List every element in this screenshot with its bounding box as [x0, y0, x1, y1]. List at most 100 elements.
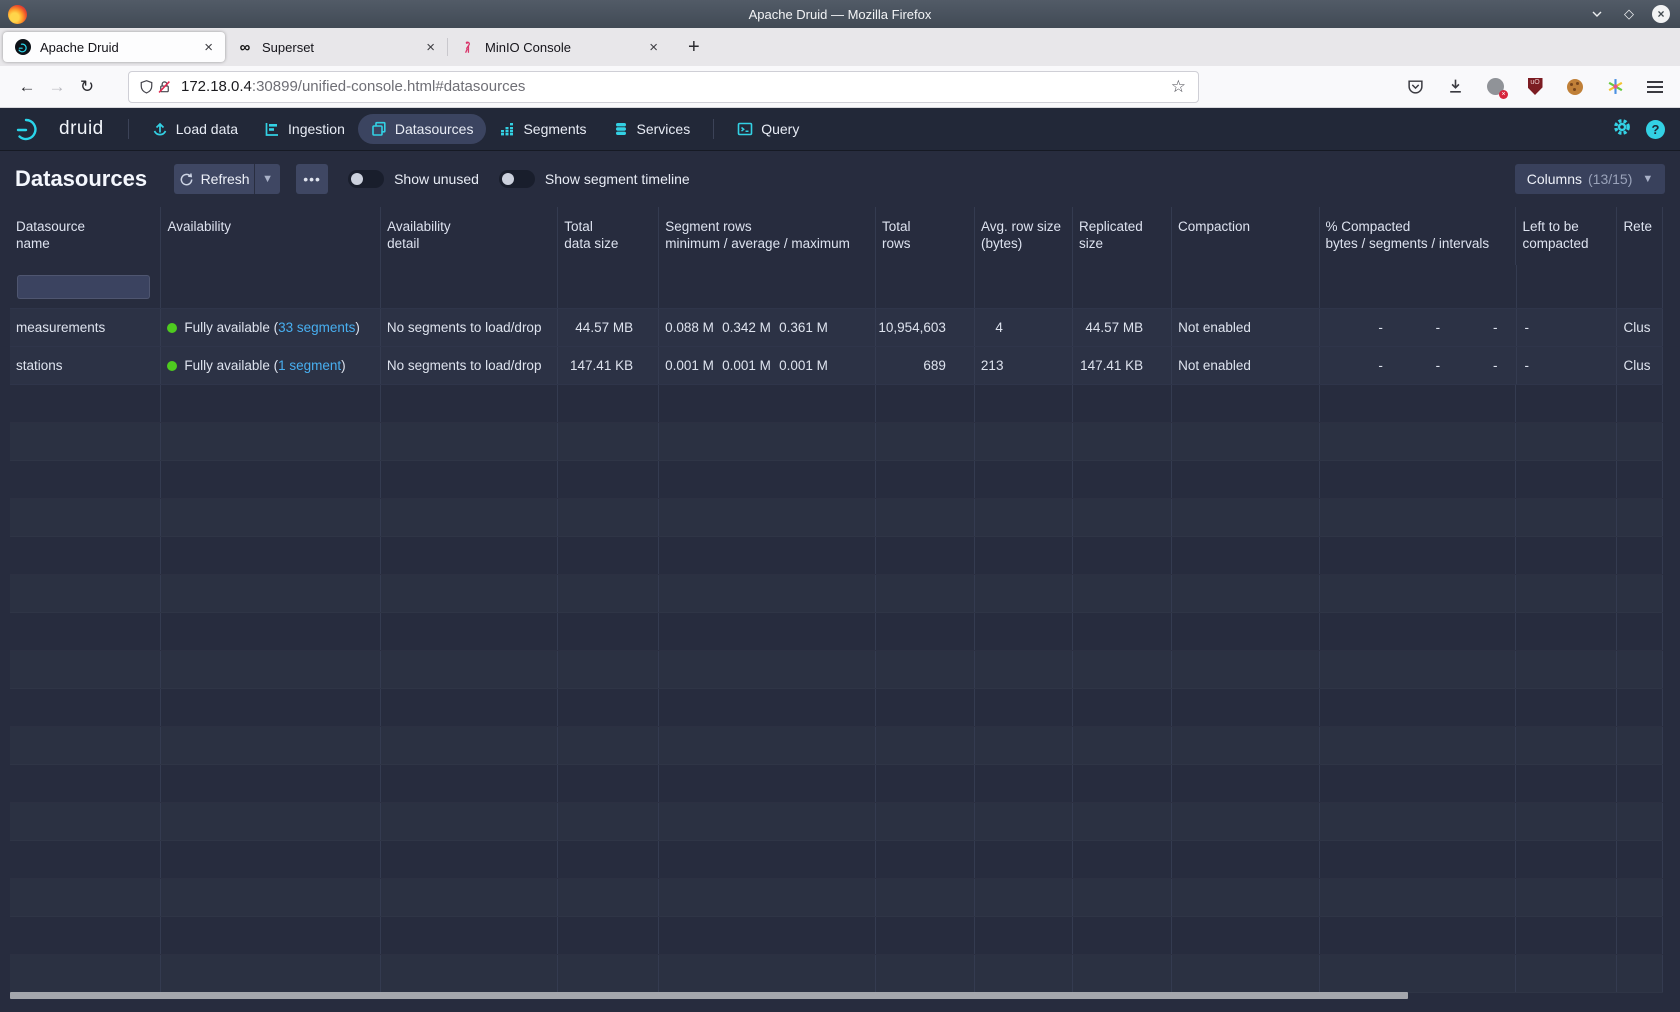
- empty-cell: [1617, 955, 1663, 992]
- nav-services[interactable]: Services: [600, 114, 704, 144]
- empty-cell: [1320, 841, 1517, 878]
- segments-link[interactable]: 1 segment: [278, 358, 341, 373]
- tab-superset[interactable]: ∞ Superset ×: [225, 32, 447, 62]
- ublock-origin-icon[interactable]: uO: [1526, 78, 1544, 96]
- datasource-row-measurements[interactable]: measurementsFully available (33 segments…: [10, 309, 1663, 347]
- empty-cell: [161, 461, 381, 498]
- nav-datasources[interactable]: Datasources: [358, 114, 487, 144]
- empty-cell: [381, 841, 558, 878]
- column-header-pct_compacted[interactable]: % Compactedbytes / segments / intervals: [1320, 207, 1517, 265]
- refresh-dropdown-button[interactable]: ▼: [254, 164, 280, 194]
- empty-cell: [1617, 423, 1663, 460]
- tracking-shield-icon[interactable]: [137, 78, 155, 96]
- column-header-availability[interactable]: Availability: [161, 207, 381, 265]
- empty-cell: [10, 613, 161, 650]
- column-header-total_rows[interactable]: Totalrows: [876, 207, 975, 265]
- empty-cell: [1516, 727, 1617, 764]
- column-header-detail[interactable]: Availabilitydetail: [381, 207, 558, 265]
- empty-row: [10, 613, 1663, 651]
- empty-cell: [1617, 689, 1663, 726]
- column-header-left_compacted[interactable]: Left to becompacted: [1516, 207, 1617, 265]
- columns-count: (13/15): [1588, 171, 1632, 187]
- filter-cell-retention: [1617, 265, 1663, 308]
- column-header-name[interactable]: Datasourcename: [10, 207, 161, 265]
- reload-button[interactable]: ↻: [72, 77, 102, 97]
- horizontal-scrollbar-thumb[interactable]: [10, 992, 1408, 999]
- filter-cell-total_rows: [876, 265, 975, 308]
- empty-cell: [1073, 385, 1172, 422]
- help-button[interactable]: ?: [1646, 120, 1665, 139]
- url-bar[interactable]: 172.18.0.4:30899/unified-console.html#da…: [128, 71, 1199, 103]
- back-button[interactable]: ←: [12, 77, 42, 97]
- cell-segment_rows: 0.088 M0.342 M0.361 M: [659, 309, 876, 346]
- colorful-asterisk-extension-icon[interactable]: [1606, 78, 1624, 96]
- tab-close-icon[interactable]: ×: [645, 39, 662, 56]
- empty-row: [10, 689, 1663, 727]
- column-header-replicated[interactable]: Replicatedsize: [1073, 207, 1172, 265]
- empty-cell: [876, 385, 975, 422]
- settings-gear-icon[interactable]: [1612, 117, 1632, 142]
- nav-query[interactable]: Query: [724, 114, 812, 144]
- empty-cell: [659, 613, 876, 650]
- cell-pct_compacted: ---: [1320, 309, 1517, 346]
- empty-cell: [1172, 841, 1319, 878]
- new-tab-button[interactable]: +: [682, 36, 706, 59]
- extension-icon[interactable]: ×: [1486, 78, 1504, 96]
- datasource-filter-input[interactable]: [17, 275, 150, 299]
- empty-row: [10, 461, 1663, 499]
- pocket-icon[interactable]: [1406, 78, 1424, 96]
- datasource-row-stations[interactable]: stationsFully available (1 segment)No se…: [10, 347, 1663, 385]
- nav-load-data[interactable]: Load data: [139, 114, 251, 144]
- forward-button[interactable]: →: [42, 77, 72, 97]
- cookie-extension-icon[interactable]: [1566, 78, 1584, 96]
- show-segment-timeline-label: Show segment timeline: [545, 171, 690, 187]
- tab-apache-druid[interactable]: Apache Druid ×: [3, 32, 225, 62]
- menu-hamburger-icon[interactable]: [1646, 78, 1664, 96]
- tab-minio-console[interactable]: MinIO Console ×: [448, 32, 670, 62]
- cell-replicated: 44.57 MB: [1073, 309, 1172, 346]
- empty-cell: [558, 879, 659, 916]
- segments-link[interactable]: 33 segments: [278, 320, 355, 335]
- bookmark-star-icon[interactable]: ☆: [1171, 77, 1186, 97]
- refresh-icon: [179, 172, 194, 187]
- cell-left_compacted: -: [1517, 347, 1618, 384]
- druid-logo[interactable]: druid: [15, 116, 104, 142]
- browser-toolbar: ← → ↻ 172.18.0.4:30899/unified-console.h…: [0, 66, 1680, 108]
- column-header-total_size[interactable]: Totaldata size: [558, 207, 659, 265]
- column-header-retention[interactable]: Rete: [1617, 207, 1663, 265]
- empty-cell: [558, 423, 659, 460]
- url-text: 172.18.0.4:30899/unified-console.html#da…: [181, 78, 1171, 95]
- maximize-button[interactable]: ◇: [1620, 5, 1638, 23]
- empty-cell: [1320, 499, 1517, 536]
- show-unused-toggle[interactable]: [348, 170, 384, 188]
- close-button[interactable]: ×: [1652, 5, 1670, 23]
- insecure-lock-icon[interactable]: [155, 78, 173, 96]
- empty-cell: [161, 385, 381, 422]
- nav-segments[interactable]: Segments: [486, 114, 599, 144]
- column-header-avg_row_size[interactable]: Avg. row size(bytes): [975, 207, 1073, 265]
- columns-picker-button[interactable]: Columns (13/15) ▼: [1515, 164, 1665, 194]
- minimize-button[interactable]: [1588, 5, 1606, 23]
- empty-cell: [10, 879, 161, 916]
- empty-cell: [1172, 689, 1319, 726]
- column-header-segment_rows[interactable]: Segment rowsminimum / average / maximum: [659, 207, 876, 265]
- empty-cell: [1617, 727, 1663, 764]
- empty-cell: [659, 575, 876, 612]
- more-actions-button[interactable]: •••: [296, 164, 328, 194]
- empty-cell: [161, 841, 381, 878]
- tab-close-icon[interactable]: ×: [422, 39, 439, 56]
- cell-availability: Fully available (33 segments): [161, 309, 381, 346]
- show-segment-timeline-toggle[interactable]: [499, 170, 535, 188]
- empty-cell: [1516, 613, 1617, 650]
- tab-close-icon[interactable]: ×: [200, 39, 217, 56]
- empty-cell: [659, 841, 876, 878]
- empty-cell: [1073, 727, 1172, 764]
- downloads-icon[interactable]: [1446, 78, 1464, 96]
- empty-cell: [10, 423, 161, 460]
- empty-cell: [659, 423, 876, 460]
- column-header-compaction[interactable]: Compaction: [1172, 207, 1319, 265]
- empty-row: [10, 917, 1663, 955]
- empty-cell: [975, 727, 1073, 764]
- refresh-button[interactable]: Refresh: [174, 164, 254, 194]
- nav-ingestion[interactable]: Ingestion: [251, 114, 358, 144]
